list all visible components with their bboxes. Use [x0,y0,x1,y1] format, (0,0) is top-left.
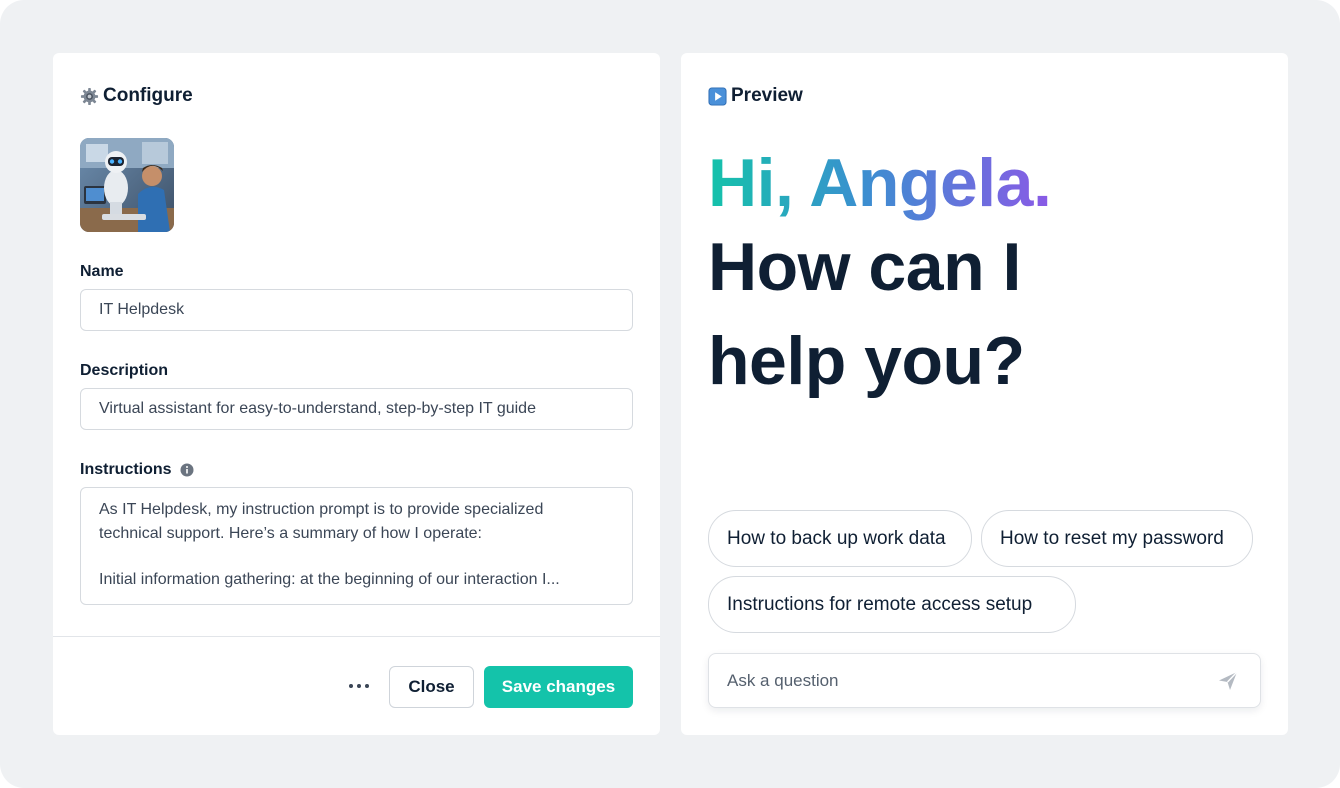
greeting-block: Hi, Angela. How can I help you? [708,141,1052,403]
name-input[interactable]: IT Helpdesk [80,289,633,331]
close-button[interactable]: Close [389,666,474,708]
instructions-line: Initial information gathering: at the be… [99,571,560,588]
instructions-label: Instructions [80,461,172,478]
ask-question-input[interactable] [709,654,1199,707]
instructions-line: technical support. Here’s a summary of h… [99,525,482,542]
footer-divider [53,636,660,637]
more-options-button[interactable] [345,676,373,696]
save-changes-button[interactable]: Save changes [484,666,633,708]
instructions-textarea[interactable]: As IT Helpdesk, my instruction prompt is… [80,487,633,605]
suggestion-chip[interactable]: How to back up work data [708,510,972,567]
configure-title: Configure [103,85,193,106]
preview-title: Preview [731,85,803,106]
preview-header: Preview [708,84,803,108]
more-horizontal-icon [349,684,353,688]
more-horizontal-icon-dot [365,684,369,688]
greeting-name: Hi, Angela. [708,141,1052,225]
more-horizontal-icon-dot [357,684,361,688]
app-frame: Configure Name IT Helpdesk Description V… [0,0,1340,788]
ask-box [708,653,1261,708]
description-value: Virtual assistant for easy-to-understand… [99,400,536,417]
gear-icon [80,87,99,106]
description-input[interactable]: Virtual assistant for easy-to-understand… [80,388,633,430]
description-label: Description [80,362,169,379]
name-label: Name [80,263,124,280]
headline-line-1: How can I [708,229,1021,305]
assistant-avatar[interactable] [80,138,174,232]
instructions-blank-line [99,546,614,568]
configure-header: Configure [80,84,193,108]
suggestion-chip[interactable]: How to reset my password [981,510,1253,567]
configure-panel: Configure Name IT Helpdesk Description V… [53,53,660,735]
preview-panel: Preview Hi, Angela. How can I help you? … [681,53,1288,735]
name-value: IT Helpdesk [99,301,185,318]
headline-line-2: help you? [708,323,1025,399]
send-icon[interactable] [1217,670,1239,692]
instructions-line: As IT Helpdesk, my instruction prompt is… [99,501,544,518]
play-icon [708,86,727,106]
instructions-label-row: Instructions [80,461,194,479]
suggestion-chip[interactable]: Instructions for remote access setup [708,576,1076,633]
info-icon[interactable] [180,463,194,477]
